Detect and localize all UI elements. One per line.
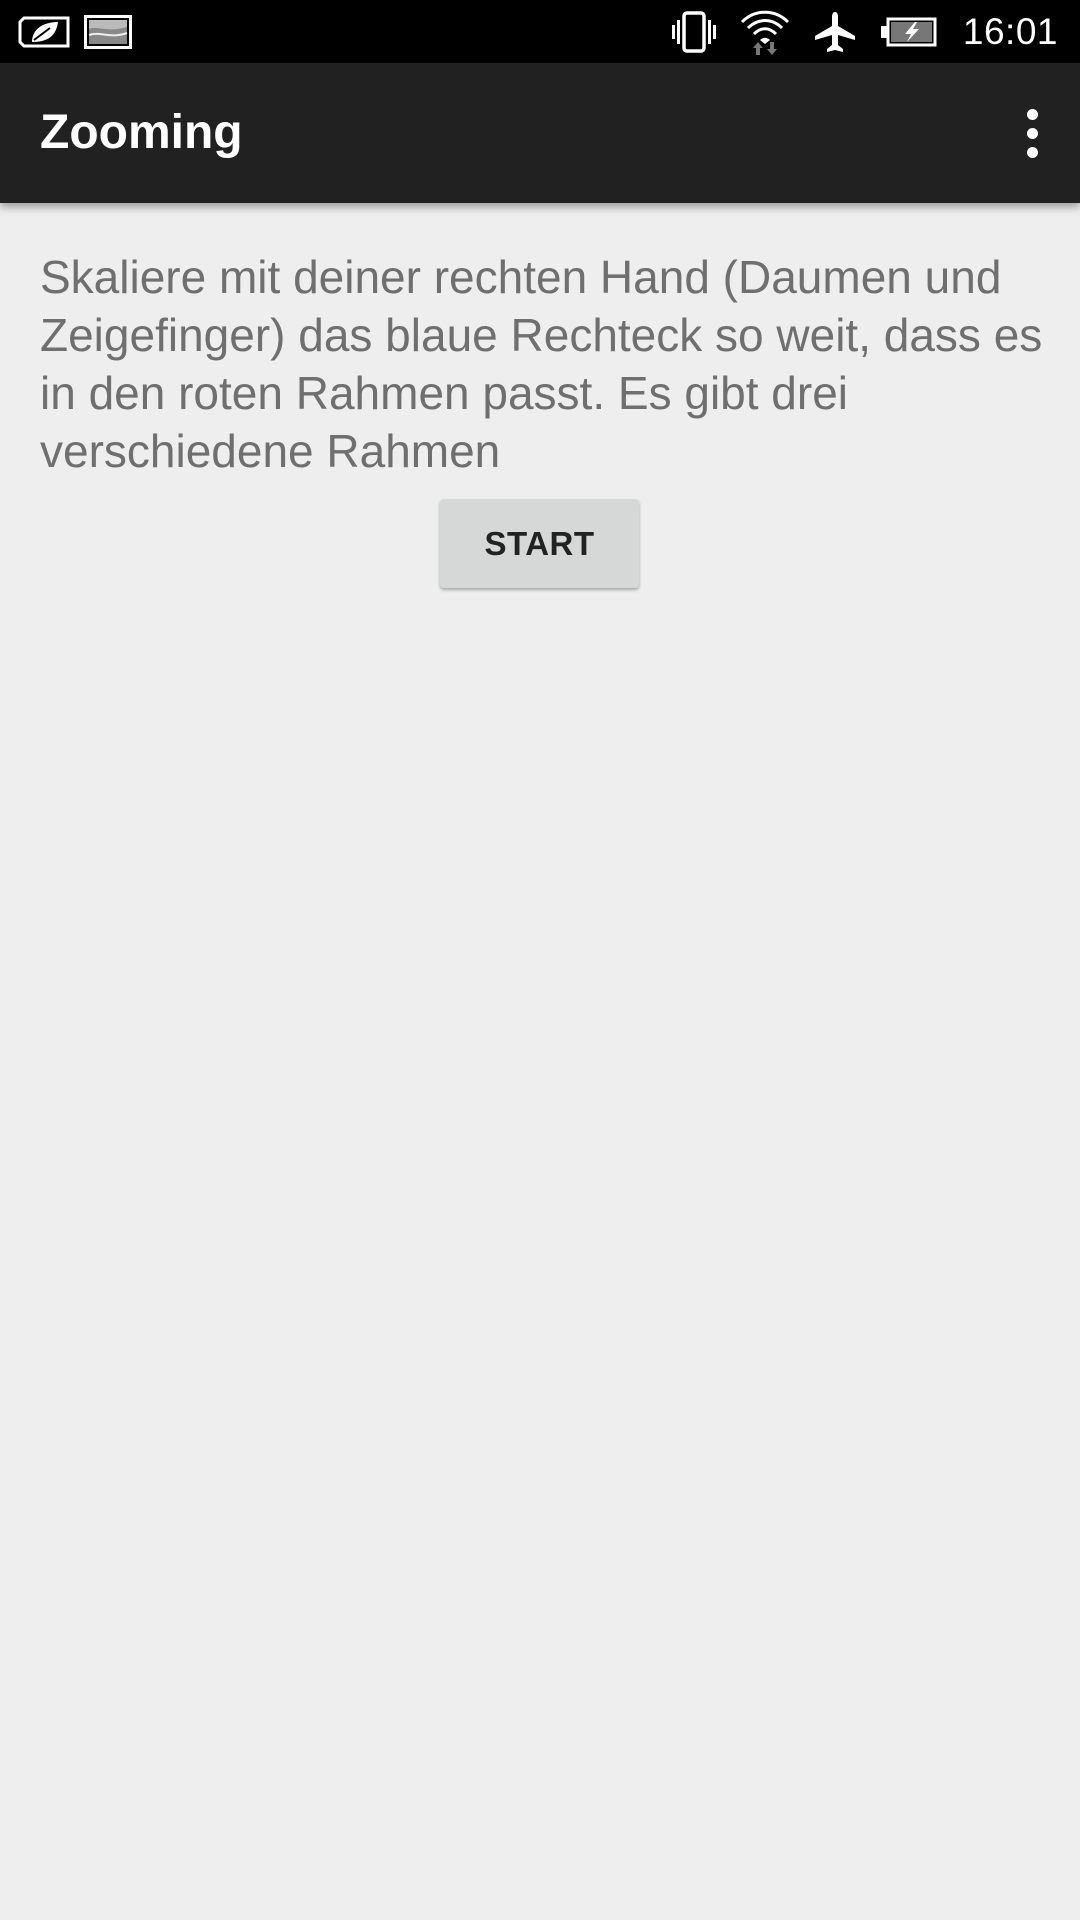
overflow-dot <box>1026 127 1038 139</box>
vibrate-icon <box>671 10 716 53</box>
start-button[interactable]: START <box>440 499 639 588</box>
image-notification-icon <box>84 14 132 49</box>
status-time: 16:01 <box>962 10 1058 52</box>
battery-charging-icon <box>880 17 937 46</box>
overflow-dot <box>1026 146 1038 158</box>
wifi-icon <box>740 10 789 55</box>
airplane-icon <box>814 11 855 52</box>
instructions-text: Skaliere mit deiner rechten Hand (Daumen… <box>40 251 1043 477</box>
more-vert-icon[interactable] <box>1000 101 1064 165</box>
app-bar: Zooming <box>0 63 1080 203</box>
overflow-dot <box>1026 108 1038 120</box>
status-bar: 16:01 <box>0 0 1080 63</box>
system-icons: 16:01 <box>671 0 1058 63</box>
notification-icons <box>18 0 132 63</box>
app-title: Zooming <box>40 106 243 159</box>
leaf-battery-saver-icon <box>18 16 70 47</box>
